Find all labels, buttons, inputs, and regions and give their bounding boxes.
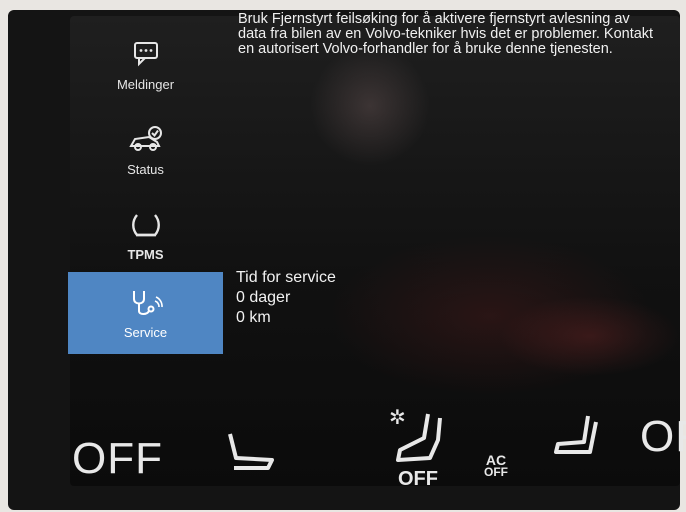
right-climate-off-button[interactable]: OF [640,412,686,462]
sidebar-item-service[interactable]: Service [68,272,223,354]
sidebar-item-meldinger[interactable]: Meldinger [68,30,223,100]
sidebar-item-label: TPMS [127,246,164,262]
sidebar-item-tpms[interactable]: TPMS [68,200,223,270]
sidebar: Meldinger Status TPMS Service [68,30,223,360]
service-distance: 0 km [236,309,271,326]
car-check-icon [128,125,162,151]
service-info: Tid for service 0 dager 0 km [236,268,336,328]
sidebar-item-label: Status [127,161,164,177]
remote-diagnostics-message: Bruk Fjernstyrt feilsøking for å aktiver… [238,11,654,57]
service-title: Tid for service [236,269,336,286]
seat-ventilation-icon[interactable] [390,410,446,468]
tire-pressure-icon [131,213,160,236]
climate-bar: OFF ✲ OFF AC OFF OF [0,400,686,500]
left-seat-heat-icon[interactable] [222,428,280,472]
ac-off-label: OFF [484,465,508,479]
seat-ventilation-off-label: OFF [398,468,438,490]
sidebar-item-label: Service [123,324,168,340]
ac-button[interactable]: AC OFF [484,453,508,479]
sidebar-item-label: Meldinger [116,76,175,92]
service-days: 0 dager [236,289,291,306]
sidebar-item-status[interactable]: Status [68,115,223,185]
left-climate-off-button[interactable]: OFF [72,434,163,484]
stethoscope-icon [132,290,163,315]
right-seat-heat-icon[interactable] [550,412,602,458]
message-icon [133,41,158,66]
